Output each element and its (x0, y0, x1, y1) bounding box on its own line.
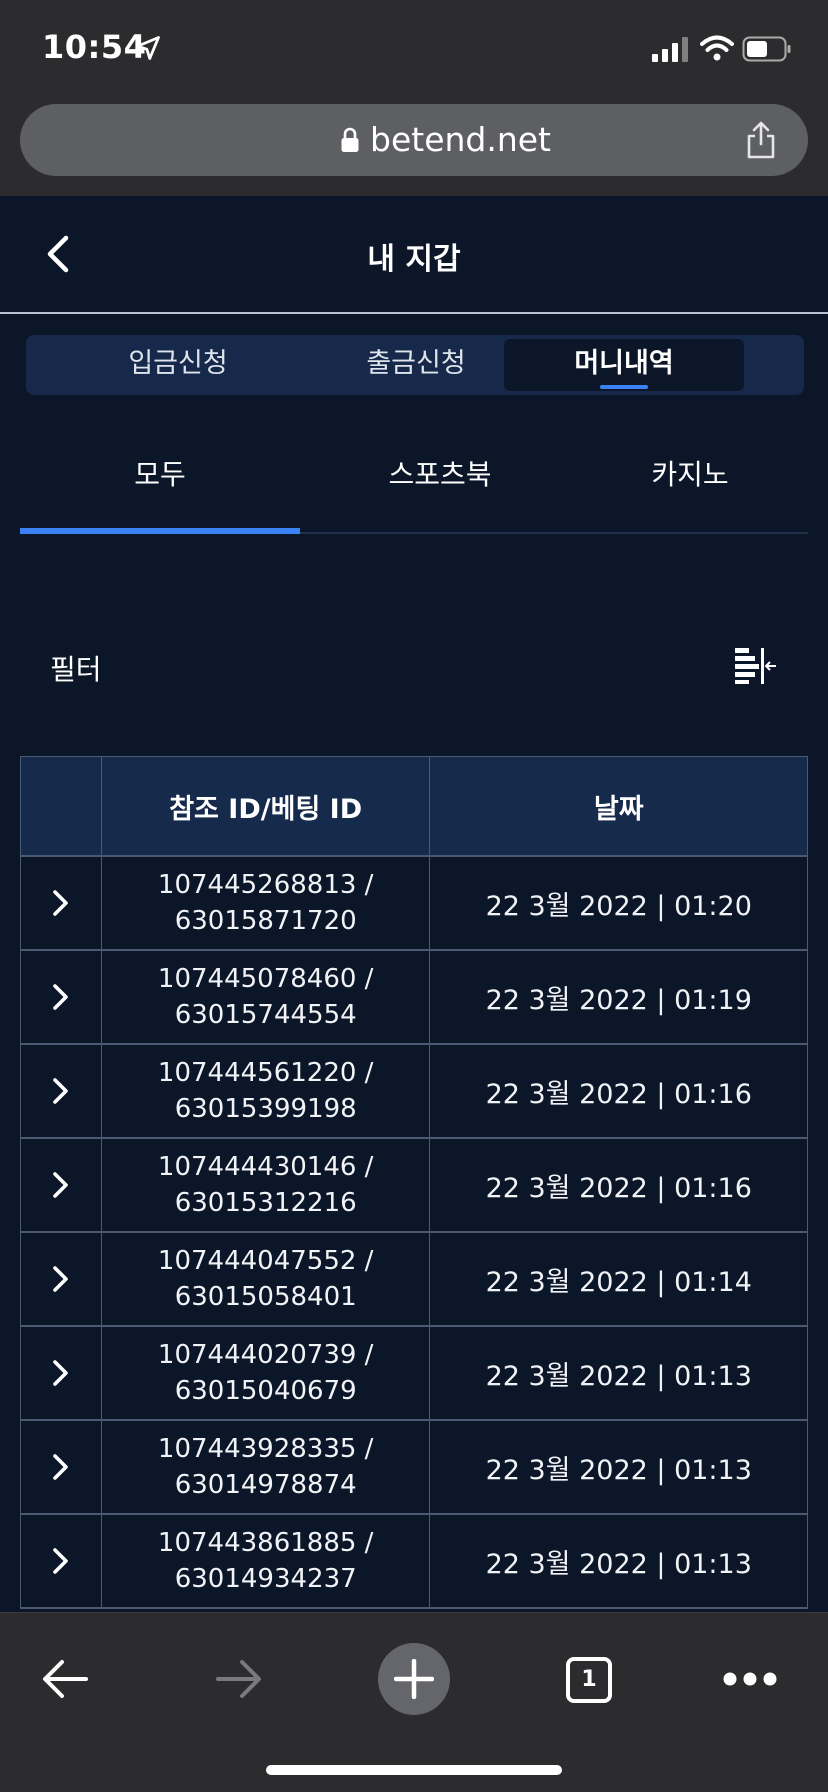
tab-deposit-request[interactable]: 입금신청 (58, 339, 298, 391)
app-header: 내 지갑 (0, 196, 828, 314)
reference-id-text: 107443928335 / 63014978874 (157, 1434, 374, 1500)
chevron-right-icon[interactable] (52, 1547, 70, 1575)
table-row[interactable]: 107444561220 / 63015399198 22 3월 2022 | 0… (21, 1045, 808, 1139)
reference-id-cell: 107444020739 / 63015040679 (102, 1327, 431, 1419)
cellular-signal-icon (652, 37, 688, 62)
chevron-right-icon[interactable] (52, 1265, 70, 1293)
wifi-icon (700, 35, 734, 61)
table-header-row: 참조 ID/베팅 ID 날짜 (21, 757, 808, 857)
plus-icon (394, 1659, 434, 1699)
reference-id-text: 107445078460 / 63015744554 (157, 964, 374, 1030)
status-bar: 10:54 (0, 0, 828, 98)
reference-id-cell: 107444561220 / 63015399198 (102, 1045, 431, 1137)
expand-row-cell[interactable] (21, 1045, 102, 1137)
expand-row-cell[interactable] (21, 1139, 102, 1231)
reference-id-cell: 107443861885 / 63014934237 (102, 1515, 431, 1607)
expand-row-cell[interactable] (21, 1327, 102, 1419)
table-body: 107445268813 / 63015871720 22 3월 2022 | 0… (21, 857, 808, 1609)
reference-id-cell: 107443928335 / 63014978874 (102, 1421, 431, 1513)
tab-sportsbook[interactable]: 스포츠북 (300, 440, 580, 532)
date-cell: 22 3월 2022 | 01:14 (430, 1233, 808, 1325)
home-indicator (266, 1765, 562, 1775)
expand-row-cell[interactable] (21, 951, 102, 1043)
date-cell: 22 3월 2022 | 01:13 (430, 1421, 808, 1513)
chevron-right-icon[interactable] (52, 889, 70, 917)
date-text: 22 3월 2022 | 01:20 (485, 890, 752, 922)
tab-withdraw-request[interactable]: 출금신청 (296, 339, 536, 391)
table-row[interactable]: 107444430146 / 63015312216 22 3월 2022 | 0… (21, 1139, 808, 1233)
browser-top-bar: 10:54 betend.net (0, 0, 828, 196)
reference-id-text: 107445268813 / 63015871720 (157, 870, 374, 936)
tab-money-history[interactable]: 머니내역 (504, 339, 744, 391)
more-options-icon[interactable] (722, 1671, 778, 1687)
lock-icon (341, 127, 359, 152)
table-row[interactable]: 107444020739 / 63015040679 22 3월 2022 | 0… (21, 1327, 808, 1421)
table-row[interactable]: 107445078460 / 63015744554 22 3월 2022 | 0… (21, 951, 808, 1045)
header-date: 날짜 (430, 757, 808, 855)
browser-back-icon[interactable] (40, 1657, 90, 1701)
tab-all[interactable]: 모두 (20, 440, 300, 532)
reference-id-cell: 107445268813 / 63015871720 (102, 857, 431, 949)
tab-money-history-label: 머니내역 (574, 348, 674, 379)
url-text[interactable]: betend.net (370, 120, 551, 159)
expand-row-cell[interactable] (21, 857, 102, 949)
date-cell: 22 3월 2022 | 01:20 (430, 857, 808, 949)
date-text: 22 3월 2022 | 01:19 (485, 984, 752, 1016)
expand-row-cell[interactable] (21, 1233, 102, 1325)
header-expand-col (21, 757, 102, 855)
chevron-right-icon[interactable] (52, 1453, 70, 1481)
status-time: 10:54 (42, 28, 147, 66)
page-title: 내 지갑 (367, 242, 461, 277)
date-cell: 22 3월 2022 | 01:13 (430, 1515, 808, 1607)
active-subtab-indicator (20, 528, 300, 534)
chevron-right-icon[interactable] (52, 983, 70, 1011)
active-tab-indicator (600, 385, 648, 389)
reference-id-text: 107444561220 / 63015399198 (157, 1058, 374, 1124)
date-cell: 22 3월 2022 | 01:16 (430, 1139, 808, 1231)
date-text: 22 3월 2022 | 01:13 (485, 1360, 752, 1392)
wallet-segment-tabs: 입금신청 출금신청 머니내역 (26, 335, 804, 395)
table-row[interactable]: 107443928335 / 63014978874 22 3월 2022 | 0… (21, 1421, 808, 1515)
reference-id-text: 107443861885 / 63014934237 (157, 1528, 374, 1594)
table-row[interactable]: 107443861885 / 63014934237 22 3월 2022 | 0… (21, 1515, 808, 1609)
table-row[interactable]: 107445268813 / 63015871720 22 3월 2022 | 0… (21, 857, 808, 951)
share-icon[interactable] (744, 120, 778, 160)
reference-id-text: 107444430146 / 63015312216 (157, 1152, 374, 1218)
filter-label[interactable]: 필터 (50, 648, 102, 688)
address-bar[interactable]: betend.net (20, 104, 808, 176)
tabs-count-button[interactable]: 1 (566, 1657, 612, 1703)
date-text: 22 3월 2022 | 01:14 (485, 1266, 752, 1298)
location-arrow-icon (136, 36, 160, 60)
new-tab-button[interactable] (378, 1643, 450, 1715)
date-text: 22 3월 2022 | 01:13 (485, 1548, 752, 1580)
date-text: 22 3월 2022 | 01:16 (485, 1078, 752, 1110)
chevron-right-icon[interactable] (52, 1077, 70, 1105)
table-row[interactable]: 107444047552 / 63015058401 22 3월 2022 | 0… (21, 1233, 808, 1327)
chevron-right-icon[interactable] (52, 1359, 70, 1387)
reference-id-text: 107444047552 / 63015058401 (157, 1246, 374, 1312)
category-tabs: 모두 스포츠북 카지노 (20, 440, 808, 534)
tab-casino[interactable]: 카지노 (580, 440, 800, 532)
battery-icon (742, 36, 791, 62)
browser-forward-icon[interactable] (214, 1657, 264, 1701)
reference-id-cell: 107444047552 / 63015058401 (102, 1233, 431, 1325)
expand-row-cell[interactable] (21, 1421, 102, 1513)
reference-id-cell: 107445078460 / 63015744554 (102, 951, 431, 1043)
header-reference-id: 참조 ID/베팅 ID (102, 757, 431, 855)
reference-id-cell: 107444430146 / 63015312216 (102, 1139, 431, 1231)
reference-id-text: 107444020739 / 63015040679 (157, 1340, 374, 1406)
date-text: 22 3월 2022 | 01:16 (485, 1172, 752, 1204)
expand-row-cell[interactable] (21, 1515, 102, 1607)
date-text: 22 3월 2022 | 01:13 (485, 1454, 752, 1486)
date-cell: 22 3월 2022 | 01:16 (430, 1045, 808, 1137)
date-cell: 22 3월 2022 | 01:13 (430, 1327, 808, 1419)
browser-toolbar: 1 (0, 1612, 828, 1792)
filter-collapse-icon[interactable] (733, 645, 777, 685)
money-history-table: 참조 ID/베팅 ID 날짜 107445268813 / 6301587172… (20, 756, 808, 1609)
chevron-right-icon[interactable] (52, 1171, 70, 1199)
date-cell: 22 3월 2022 | 01:19 (430, 951, 808, 1043)
